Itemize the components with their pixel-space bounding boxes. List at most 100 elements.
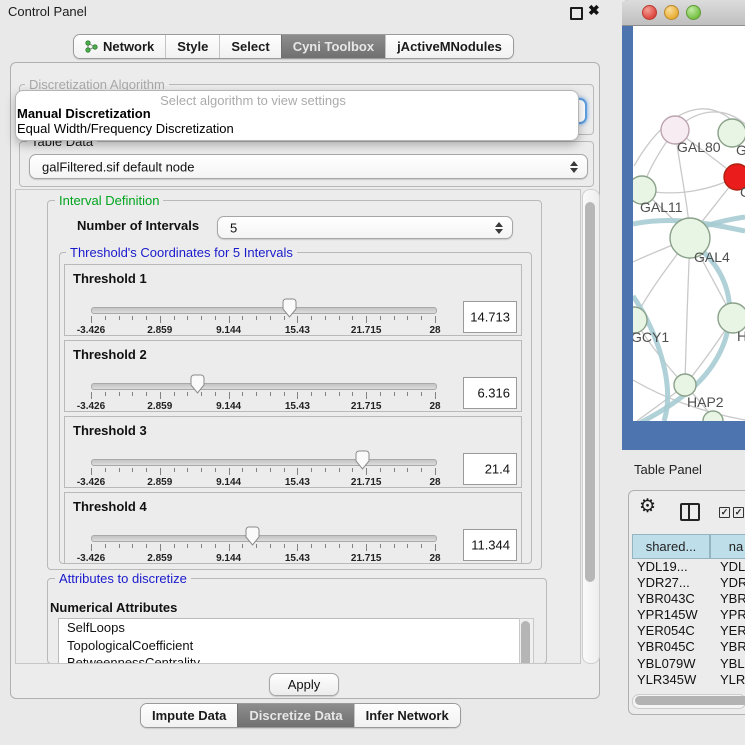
slider-tick	[297, 316, 298, 323]
slider-tick	[160, 392, 161, 399]
cell-shared-name[interactable]: YBR045C	[632, 639, 713, 655]
threshold-value-field[interactable]: 14.713	[463, 301, 517, 333]
cell-shared-name[interactable]: YLR345W	[632, 672, 713, 688]
column-layout-icon[interactable]	[680, 503, 700, 521]
threshold-label: Threshold 4	[73, 499, 147, 514]
algorithm-dropdown-popup: Select algorithm to view settings Manual…	[15, 90, 579, 141]
cell-name[interactable]: YBR0	[713, 639, 745, 655]
cell-name[interactable]: YBR0	[713, 591, 745, 607]
threshold-value-field[interactable]: 6.316	[463, 377, 517, 409]
tab-cyni-toolbox[interactable]: Cyni Toolbox	[281, 35, 385, 58]
slider-tick	[256, 316, 257, 320]
cell-shared-name[interactable]: YDR27...	[632, 575, 713, 591]
zoom-traffic-light-icon[interactable]	[686, 5, 701, 20]
network-canvas[interactable]: GAL80GACGAL11GAL4HGCY1HAP2	[633, 26, 745, 421]
attribute-list-item[interactable]: TopologicalCoefficient	[59, 637, 519, 655]
slider-tick-label: 15.43	[285, 401, 310, 412]
network-node[interactable]	[703, 411, 723, 421]
table-horizontal-scrollbar[interactable]	[632, 694, 745, 709]
table-row[interactable]: YLR345WYLR3	[632, 672, 745, 688]
slider-track[interactable]	[91, 459, 437, 466]
cell-shared-name[interactable]: YBR043C	[632, 591, 713, 607]
tab-style[interactable]: Style	[165, 35, 219, 58]
slider-thumb[interactable]	[282, 298, 297, 318]
float-window-icon[interactable]	[570, 7, 583, 20]
attribute-list-item[interactable]: SelfLoops	[59, 619, 519, 637]
column-header-shared-name[interactable]: shared...	[632, 534, 710, 559]
threshold-value: 14.713	[470, 310, 510, 325]
column-header-name[interactable]: na	[710, 534, 745, 559]
network-window-titlebar[interactable]	[622, 0, 745, 26]
tab-discretize-data[interactable]: Discretize Data	[237, 704, 353, 727]
checkbox-icon[interactable]: ✓	[719, 507, 730, 518]
threshold-value-field[interactable]: 21.4	[463, 453, 517, 485]
slider-tick	[187, 468, 188, 472]
scrollbar-thumb[interactable]	[585, 202, 595, 582]
checkbox-icon[interactable]: ✓	[733, 507, 744, 518]
attribute-list-item[interactable]: BetweennessCentrality	[59, 654, 519, 664]
cell-shared-name[interactable]: YPR145W	[632, 607, 713, 623]
cell-name[interactable]: YLR3	[713, 672, 745, 688]
slider-tick	[366, 316, 367, 323]
cell-name[interactable]: YDR2	[713, 575, 745, 591]
table-row[interactable]: YPR145WYPR1	[632, 607, 745, 623]
threshold-label: Threshold 3	[73, 423, 147, 438]
cell-name[interactable]: YPR1	[713, 607, 745, 623]
cell-name[interactable]: YDL1	[713, 559, 745, 575]
slider-track[interactable]	[91, 307, 437, 314]
slider-tick	[352, 468, 353, 472]
table-row[interactable]: YER054CYER0	[632, 623, 745, 639]
slider-tick	[187, 544, 188, 548]
table-row[interactable]: YDR27...YDR2	[632, 575, 745, 591]
close-traffic-light-icon[interactable]	[642, 5, 657, 20]
table-row[interactable]: YDL19...YDL1	[632, 559, 745, 575]
tab-network[interactable]: Network	[74, 35, 165, 58]
slider-tick	[421, 392, 422, 396]
slider-thumb[interactable]	[190, 374, 205, 394]
slider-thumb[interactable]	[355, 450, 370, 470]
slider-tick	[119, 392, 120, 396]
cell-shared-name[interactable]: YDL19...	[632, 559, 713, 575]
settings-scrollpane: Interval Definition Number of Intervals …	[15, 189, 581, 664]
table-data-combobox[interactable]: galFiltered.sif default node	[29, 154, 588, 179]
slider-track[interactable]	[91, 383, 437, 390]
attributes-list-scrollbar[interactable]	[519, 618, 534, 664]
slider-tick-label: 28	[429, 325, 440, 336]
algorithm-option-manual[interactable]: Manual Discretization	[17, 106, 151, 121]
table-header-row: shared... na	[632, 534, 745, 559]
cell-shared-name[interactable]: YER054C	[632, 623, 713, 639]
tab-infer-network[interactable]: Infer Network	[354, 704, 460, 727]
algorithm-option-equal-width[interactable]: Equal Width/Frequency Discretization	[17, 121, 234, 136]
cell-name[interactable]: YBL0	[713, 656, 745, 672]
slider-tick	[325, 544, 326, 548]
gear-icon[interactable]: ⚙	[639, 495, 656, 518]
cell-shared-name[interactable]: YIL052C	[632, 688, 713, 691]
close-icon[interactable]: ✖	[588, 2, 600, 19]
settings-vertical-scrollbar[interactable]	[582, 189, 600, 664]
number-of-intervals-combobox[interactable]: 5	[217, 216, 513, 239]
tab-jactivemnodules[interactable]: jActiveMNodules	[385, 35, 513, 58]
table-row[interactable]: YIL052CYIL0	[632, 688, 745, 691]
cell-name[interactable]: YIL0	[713, 688, 745, 691]
minimize-traffic-light-icon[interactable]	[664, 5, 679, 20]
slider-tick	[325, 316, 326, 320]
table-row[interactable]: YBL079WYBL0	[632, 656, 745, 672]
slider-tick	[174, 316, 175, 320]
network-edge[interactable]	[685, 237, 690, 385]
slider-tick	[201, 468, 202, 472]
slider-tick	[270, 316, 271, 320]
tab-impute-data[interactable]: Impute Data	[141, 704, 237, 727]
table-row[interactable]: YBR045CYBR0	[632, 639, 745, 655]
apply-button[interactable]: Apply	[269, 673, 339, 696]
scrollbar-thumb[interactable]	[635, 696, 745, 705]
threshold-value-field[interactable]: 11.344	[463, 529, 517, 561]
table-row[interactable]: YBR043CYBR0	[632, 591, 745, 607]
network-node[interactable]	[674, 374, 696, 396]
cell-shared-name[interactable]: YBL079W	[632, 656, 713, 672]
slider-track[interactable]	[91, 535, 437, 542]
cell-name[interactable]: YER0	[713, 623, 745, 639]
slider-tick	[174, 392, 175, 396]
tab-select[interactable]: Select	[219, 35, 280, 58]
slider-thumb[interactable]	[245, 526, 260, 546]
slider-tick	[366, 544, 367, 551]
